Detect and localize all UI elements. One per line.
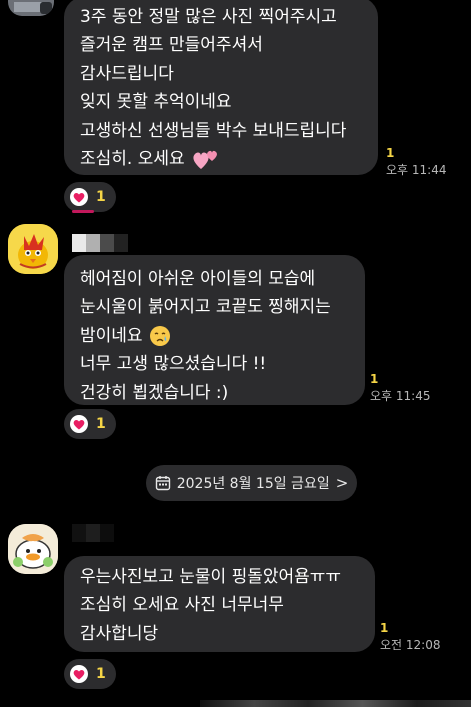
heart-reaction-icon bbox=[70, 415, 88, 433]
message-line-with-emoji: 밤이네요 bbox=[80, 322, 349, 350]
date-divider[interactable]: 2025년 8월 15일 금요일 > bbox=[146, 465, 357, 501]
chevron-right-icon: > bbox=[335, 474, 349, 492]
chick-character-icon bbox=[8, 224, 58, 274]
message-meta-3: 1 오전 12:08 bbox=[380, 621, 440, 652]
message-line: 우는사진보고 눈물이 핑돌았어욤ㅠㅠ bbox=[80, 567, 342, 587]
message-line: 조심히 오세요 사진 너무너무 bbox=[80, 595, 284, 616]
reaction-badge-2[interactable]: 1 bbox=[64, 409, 116, 439]
sender-avatar-3[interactable] bbox=[8, 524, 58, 574]
message-line: 헤어짐이 아쉬운 아이들의 모습에 bbox=[80, 269, 316, 289]
message-bubble-3[interactable]: 우는사진보고 눈물이 핑돌았어욤ㅠㅠ 조심히 오세요 사진 너무너무 감사합니당 bbox=[64, 556, 375, 652]
sender-name-blurred bbox=[72, 524, 114, 542]
message-time: 오후 11:44 bbox=[386, 163, 447, 177]
message-bubble-2[interactable]: 헤어짐이 아쉬운 아이들의 모습에 눈시울이 붉어지고 코끝도 찡해지는 밤이네… bbox=[64, 255, 365, 405]
chat-screen: 3주 동안 정말 많은 사진 찍어주시고 즐거운 캠프 만들어주셔서 감사드립니… bbox=[0, 0, 471, 707]
message-line: 너무 고생 많으셨습니다 !! bbox=[80, 354, 267, 375]
reaction-underline bbox=[72, 210, 94, 213]
photo-message-preview[interactable] bbox=[200, 700, 471, 707]
reaction-count: 1 bbox=[96, 189, 106, 205]
reaction-badge-1[interactable]: 1 bbox=[64, 182, 116, 212]
message-line: 고생하신 선생님들 박수 보내드립니다 bbox=[80, 120, 347, 141]
date-label: 2025년 8월 15일 금요일 bbox=[176, 476, 330, 492]
message-time: 오전 12:08 bbox=[380, 638, 441, 652]
reaction-count: 1 bbox=[96, 666, 106, 682]
message-line: 조심히. 오세요 bbox=[80, 149, 185, 170]
sender-avatar-2[interactable] bbox=[8, 224, 58, 274]
calendar-icon bbox=[155, 476, 170, 491]
avatar-badge bbox=[40, 2, 52, 14]
message-line: 즐거운 캠프 만들어주셔서 bbox=[80, 35, 263, 56]
reaction-badge-3[interactable]: 1 bbox=[64, 659, 116, 689]
message-line: 3주 동안 정말 많은 사진 찍어주시고 bbox=[80, 7, 337, 27]
message-line: 감사합니당 bbox=[80, 623, 159, 644]
duck-character-icon bbox=[8, 524, 58, 574]
message-bubble-1[interactable]: 3주 동안 정말 많은 사진 찍어주시고 즐거운 캠프 만들어주셔서 감사드립니… bbox=[64, 0, 378, 175]
message-line: 감사드립니다 bbox=[80, 63, 174, 84]
two-hearts-emoji-icon bbox=[193, 151, 217, 170]
message-line: 밤이네요 bbox=[80, 325, 143, 346]
avatar-image bbox=[14, 2, 42, 12]
avatar-clipped[interactable] bbox=[8, 0, 54, 16]
unread-count: 1 bbox=[380, 621, 389, 635]
crying-face-emoji-icon bbox=[149, 326, 170, 347]
message-meta-1: 1 오후 11:44 bbox=[386, 146, 446, 177]
reaction-count: 1 bbox=[96, 416, 106, 432]
unread-count: 1 bbox=[370, 372, 379, 386]
message-time: 오후 11:45 bbox=[370, 389, 431, 403]
sender-name-blurred bbox=[72, 234, 128, 252]
message-line: 눈시울이 붉어지고 코끝도 찡해지는 bbox=[80, 297, 331, 318]
message-meta-2: 1 오후 11:45 bbox=[370, 372, 430, 403]
message-line: 잊지 못할 추억이네요 bbox=[80, 92, 232, 113]
unread-count: 1 bbox=[386, 146, 395, 160]
message-line: 건강히 뵙겠습니다 :) bbox=[80, 382, 229, 403]
heart-reaction-icon bbox=[70, 188, 88, 206]
heart-reaction-icon bbox=[70, 665, 88, 683]
message-line-with-emoji: 조심히. 오세요 bbox=[80, 145, 362, 173]
